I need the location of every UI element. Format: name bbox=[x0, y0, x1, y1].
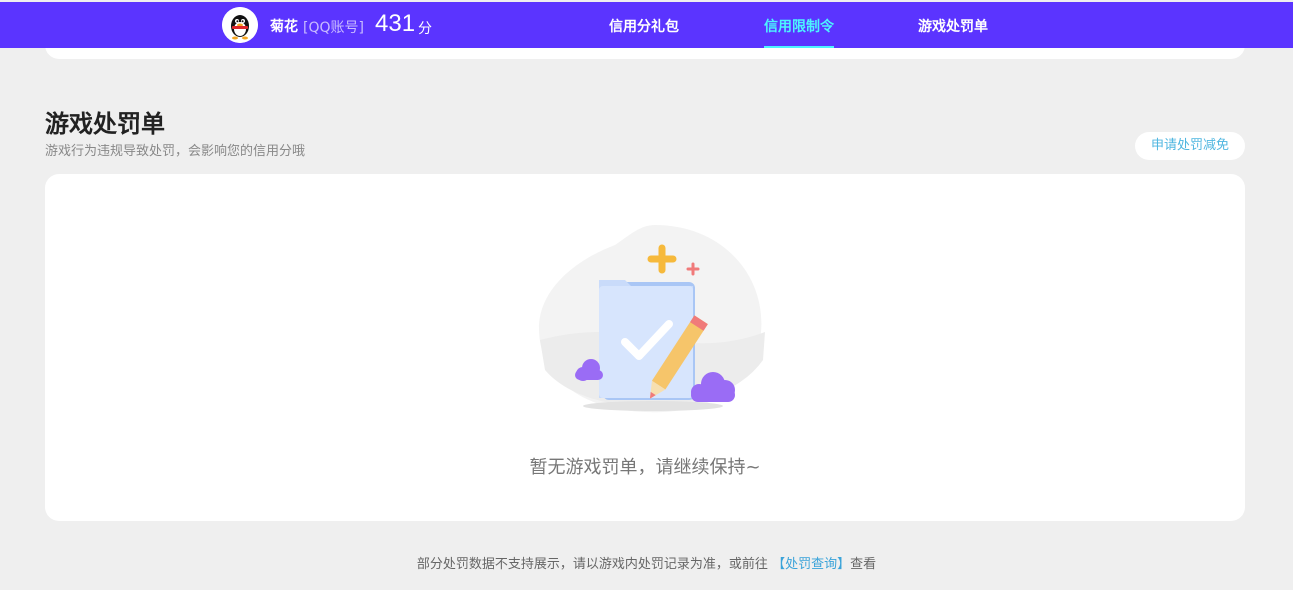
tab-game-penalty[interactable]: 游戏处罚单 bbox=[918, 16, 988, 36]
credit-score: 431 bbox=[375, 10, 416, 37]
page: 菊花 [QQ账号] 431 分 信用分礼包 信用限制令 游戏处罚单 游戏处罚单 … bbox=[0, 0, 1293, 590]
penalty-query-link[interactable]: 【处罚查询】 bbox=[772, 557, 850, 572]
page-subtitle: 游戏行为违规导致处罚，会影响您的信用分哦 bbox=[45, 144, 306, 159]
qq-penguin-icon bbox=[222, 7, 258, 43]
avatar[interactable] bbox=[222, 7, 258, 43]
tab-credit-gift[interactable]: 信用分礼包 bbox=[609, 16, 679, 36]
footer-text-end: 查看 bbox=[850, 557, 877, 572]
empty-state-message: 暂无游戏罚单，请继续保持~ bbox=[529, 457, 761, 478]
user-name: 菊花 bbox=[270, 19, 298, 35]
score-unit: 分 bbox=[418, 21, 432, 37]
header-bar: 菊花 [QQ账号] 431 分 信用分礼包 信用限制令 游戏处罚单 bbox=[0, 2, 1293, 48]
footer-text: 部分处罚数据不支持展示，请以游戏内处罚记录为准，或前往 bbox=[416, 557, 768, 572]
tab-credit-restriction[interactable]: 信用限制令 bbox=[764, 16, 834, 36]
penalty-list-card: 暂无游戏罚单，请继续保持~ bbox=[45, 174, 1245, 521]
empty-state-illustration bbox=[538, 225, 765, 413]
footer-note: 部分处罚数据不支持展示，请以游戏内处罚记录为准，或前往 【处罚查询】查看 bbox=[0, 553, 1293, 572]
page-title: 游戏处罚单 bbox=[45, 110, 165, 138]
apply-reduction-button[interactable]: 申请处罚减免 bbox=[1135, 132, 1245, 160]
active-tab-indicator bbox=[764, 46, 834, 48]
account-type: [QQ账号] bbox=[303, 20, 364, 36]
